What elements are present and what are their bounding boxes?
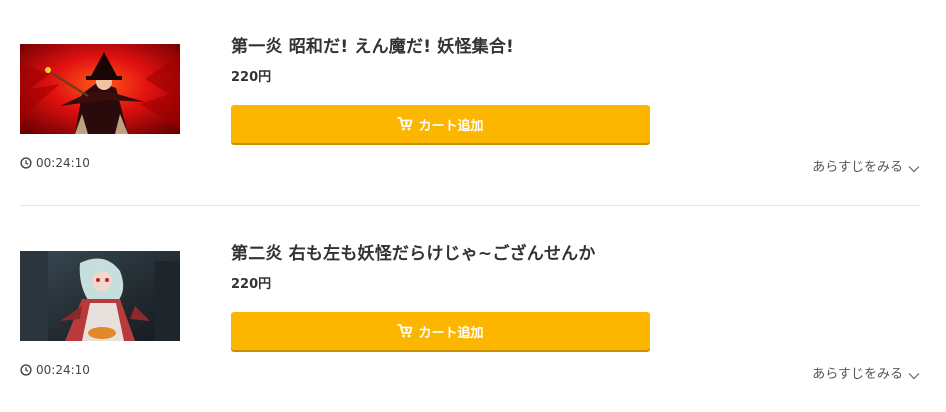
episode-title[interactable]: 第一炎 昭和だ! えん魔だ! 妖怪集合! — [231, 32, 514, 57]
show-synopsis-link[interactable]: あらすじをみる — [812, 363, 920, 382]
episode-thumbnail[interactable] — [20, 44, 180, 134]
episode-duration: 00:24:10 — [20, 156, 90, 170]
add-to-cart-label: カート追加 — [418, 118, 484, 134]
add-to-cart-button[interactable]: カート追加 — [231, 105, 650, 143]
cart-icon — [397, 116, 413, 132]
episode-thumbnail-image — [20, 44, 180, 134]
cart-icon — [397, 323, 413, 339]
add-to-cart-button[interactable]: カート追加 — [231, 312, 650, 350]
episode-list: 第一炎 昭和だ! えん魔だ! 妖怪集合! 220円 カート追加 00:24:10… — [0, 0, 946, 412]
episode-title[interactable]: 第二炎 右も左も妖怪だらけじゃ~ござんせんか — [231, 239, 596, 264]
duration-text: 00:24:10 — [36, 156, 90, 170]
synopsis-label: あらすじをみる — [812, 367, 903, 382]
add-to-cart-label: カート追加 — [418, 325, 484, 341]
episode-item: 第一炎 昭和だ! えん魔だ! 妖怪集合! 220円 カート追加 00:24:10… — [0, 0, 946, 200]
clock-icon — [20, 364, 32, 376]
episode-price: 220円 — [231, 70, 272, 85]
chevron-down-icon — [908, 369, 920, 379]
synopsis-label: あらすじをみる — [812, 160, 903, 175]
episode-item: 第二炎 右も左も妖怪だらけじゃ~ござんせんか 220円 カート追加 00:24:… — [0, 207, 946, 407]
episode-price: 220円 — [231, 277, 272, 292]
episode-divider — [20, 205, 920, 206]
show-synopsis-link[interactable]: あらすじをみる — [812, 156, 920, 175]
episode-duration: 00:24:10 — [20, 363, 90, 377]
episode-thumbnail[interactable] — [20, 251, 180, 341]
chevron-down-icon — [908, 162, 920, 172]
episode-thumbnail-image — [20, 251, 180, 341]
duration-text: 00:24:10 — [36, 363, 90, 377]
clock-icon — [20, 157, 32, 169]
